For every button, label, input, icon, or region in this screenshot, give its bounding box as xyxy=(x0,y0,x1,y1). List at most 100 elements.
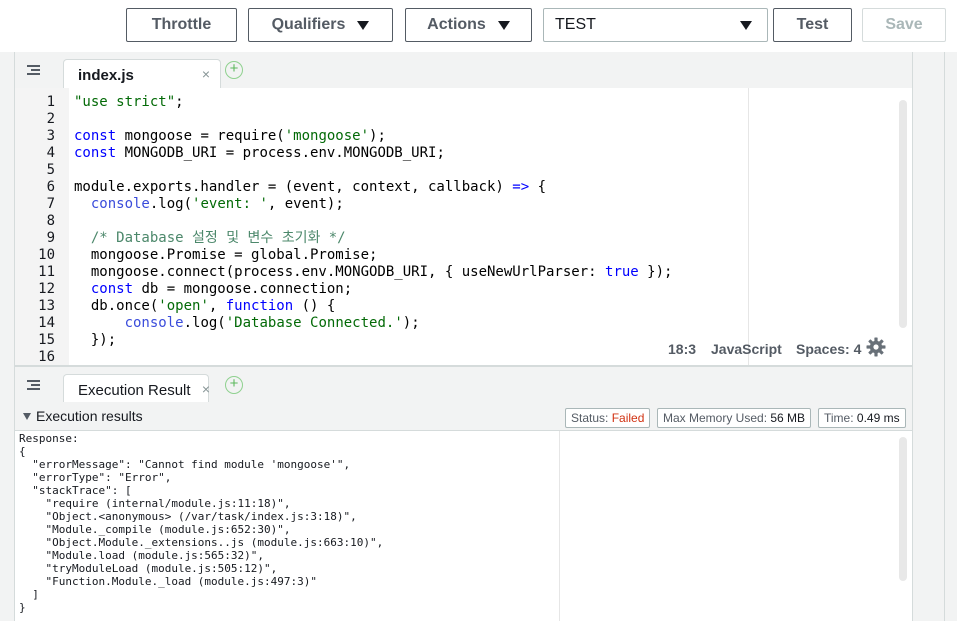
code-line: 9 /* Database 설정 및 변수 초기화 */ xyxy=(15,230,912,247)
line-text: }); xyxy=(74,332,117,348)
close-icon[interactable]: × xyxy=(202,66,210,82)
time-label: Time: xyxy=(824,411,854,425)
line-number: 6 xyxy=(46,179,55,195)
add-tab-icon[interactable]: + xyxy=(225,376,243,394)
cursor-position: 18:3 xyxy=(668,341,697,357)
code-line: 6 module.exports.handler = (event, contex… xyxy=(15,179,912,196)
caret-down-icon xyxy=(357,20,370,30)
output-line: "Function.Module._load (module.js:497:3)… xyxy=(19,575,318,588)
line-number: 2 xyxy=(46,111,55,127)
caret-down-icon xyxy=(497,20,510,30)
code-line: 1 "use strict"; xyxy=(15,94,912,111)
tab-label: Execution Result xyxy=(78,382,191,399)
tab-label: index.js xyxy=(78,67,134,84)
output-line: Response: xyxy=(19,432,79,445)
line-text: /* Database 설정 및 변수 초기화 */ xyxy=(74,230,346,246)
status-value: Failed xyxy=(611,411,645,425)
line-number: 9 xyxy=(46,230,55,246)
code-line: 10 mongoose.Promise = global.Promise; xyxy=(15,247,912,264)
line-text: const MONGODB_URI = process.env.MONGODB_… xyxy=(74,145,445,161)
time-badge: Time: 0.49 ms xyxy=(818,408,906,428)
output-line: { xyxy=(19,445,26,458)
line-text: db.once('open', function () { xyxy=(74,298,336,314)
indent-setting[interactable]: Spaces: 4 xyxy=(796,341,861,357)
line-number: 16 xyxy=(38,349,55,365)
code-editor[interactable]: 1 "use strict"; 2 3 const mongoose = require… xyxy=(14,88,913,366)
frame-divider xyxy=(944,52,945,621)
print-margin xyxy=(559,431,560,621)
line-text: module.exports.handler = (event, context… xyxy=(74,179,547,195)
output-line: "Object.Module._extensions..js (module.j… xyxy=(19,536,384,549)
execution-output[interactable]: Response:{ "errorMessage": "Cannot find … xyxy=(14,430,913,621)
qualifiers-dropdown[interactable]: Qualifiers xyxy=(248,8,393,42)
code-line: 7 console.log('event: ', event); xyxy=(15,196,912,213)
execution-results-header: Execution results Status: Failed Max Mem… xyxy=(14,402,913,430)
editor-scrollbar[interactable] xyxy=(899,100,907,328)
actions-label: Actions xyxy=(427,16,486,33)
tab-list-icon[interactable] xyxy=(27,65,40,75)
test-event-selected: TEST xyxy=(555,16,596,33)
line-number: 13 xyxy=(38,298,55,314)
test-event-select[interactable]: TEST xyxy=(543,8,768,42)
line-text: "use strict"; xyxy=(74,94,184,110)
language-mode[interactable]: JavaScript xyxy=(711,341,782,357)
output-line: "Object.<anonymous> (/var/task/index.js:… xyxy=(19,510,357,523)
output-line: "Module.load (module.js:565:32)", xyxy=(19,549,265,562)
output-line: ] xyxy=(19,588,39,601)
editor-tab-bar: index.js × + xyxy=(14,52,913,88)
line-text: const mongoose = require('mongoose'); xyxy=(74,128,386,144)
caret-down-icon xyxy=(740,21,752,30)
line-text: console.log('event: ', event); xyxy=(90,196,344,212)
output-line: "errorType": "Error", xyxy=(19,471,172,484)
code-line: 2 xyxy=(15,111,912,128)
test-button[interactable]: Test xyxy=(773,8,852,42)
line-text: mongoose.Promise = global.Promise; xyxy=(74,247,378,263)
line-text: mongoose.connect(process.env.MONGODB_URI… xyxy=(74,264,673,280)
tab-list-icon[interactable] xyxy=(27,380,40,390)
close-icon[interactable]: × xyxy=(202,381,210,397)
line-number: 4 xyxy=(46,145,55,161)
line-number: 14 xyxy=(38,315,55,331)
output-line: "errorMessage": "Cannot find module 'mon… xyxy=(19,458,351,471)
line-number: 3 xyxy=(46,128,55,144)
throttle-button[interactable]: Throttle xyxy=(126,8,237,42)
qualifiers-label: Qualifiers xyxy=(271,16,346,33)
save-button-label: Save xyxy=(885,16,923,33)
time-value: 0.49 ms xyxy=(856,411,900,425)
code-line: 11 mongoose.connect(process.env.MONGODB_… xyxy=(15,264,912,281)
output-line: "tryModuleLoad (module.js:505:12)", xyxy=(19,562,278,575)
line-number: 15 xyxy=(38,332,55,348)
line-number: 7 xyxy=(46,196,55,212)
code-line: 3 const mongoose = require('mongoose'); xyxy=(15,128,912,145)
line-number: 11 xyxy=(38,264,55,280)
execution-results-title: Execution results xyxy=(36,408,143,424)
result-tab-bar: Execution Result × + xyxy=(14,366,913,403)
collapse-arrow-icon xyxy=(23,412,31,420)
status-badge: Status: Failed xyxy=(565,408,651,428)
output-scrollbar[interactable] xyxy=(899,437,907,581)
memory-value: 56 MB xyxy=(770,411,806,425)
throttle-button-label: Throttle xyxy=(151,16,212,33)
gear-icon[interactable] xyxy=(866,337,886,357)
code-lines: 1 "use strict"; 2 3 const mongoose = require… xyxy=(15,94,912,365)
line-number: 1 xyxy=(46,94,55,110)
tab-execution-result[interactable]: Execution Result × xyxy=(63,374,210,403)
code-line: 4 const MONGODB_URI = process.env.MONGODB… xyxy=(15,145,912,162)
status-label: Status: xyxy=(571,411,609,425)
output-line: "Module._compile (module.js:652:30)", xyxy=(19,523,291,536)
code-line: 8 xyxy=(15,213,912,230)
function-toolbar: Throttle Qualifiers Actions TEST Test Sa… xyxy=(0,0,957,52)
output-line: "require (internal/module.js:11:18)", xyxy=(19,497,291,510)
add-tab-icon[interactable]: + xyxy=(225,61,243,79)
tab-index-js[interactable]: index.js × xyxy=(63,59,221,88)
actions-dropdown[interactable]: Actions xyxy=(405,8,532,42)
save-button[interactable]: Save xyxy=(862,8,946,42)
line-number: 5 xyxy=(46,162,55,178)
execution-results-toggle[interactable]: Execution results xyxy=(23,408,143,424)
line-number: 12 xyxy=(38,281,55,297)
output-line: } xyxy=(19,601,26,614)
code-line: 13 db.once('open', function () { xyxy=(15,298,912,315)
memory-badge: Max Memory Used: 56 MB xyxy=(657,408,812,428)
code-line: 5 xyxy=(15,162,912,179)
output-line: "stackTrace": [ xyxy=(19,484,132,497)
